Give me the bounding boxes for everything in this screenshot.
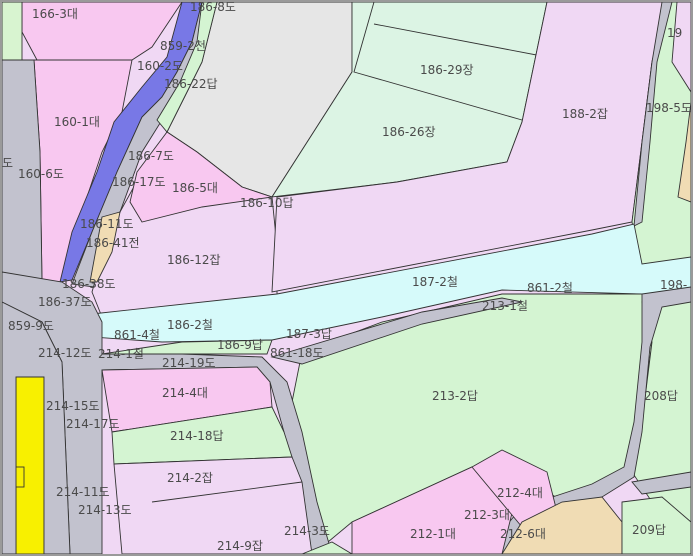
parcel-label: 214-17도 [66,417,120,431]
parcel-label: 861-18도 [270,346,324,360]
parcel-label: 166-3대 [32,7,78,21]
parcel-label: 859-9도 [8,319,54,333]
parcel-label: 212-6대 [500,527,546,541]
parcel-label: 214-19도 [162,356,216,370]
parcel-label: 861-4철 [114,328,160,342]
parcel-label: 186-7도 [128,149,174,163]
parcel-label: 214-1철 [98,347,144,361]
parcel-label: 186-12잡 [167,253,221,267]
parcel-label: 186-9답 [217,338,263,352]
parcel-label: 214-18답 [170,429,224,443]
parcel-label: 214-12도 [38,346,92,360]
parcel-label: 214-13도 [78,503,132,517]
parcel-label: 187-2철 [412,275,458,289]
parcel-label: 19 [667,26,682,40]
parcel-label: 186-11도 [80,217,134,231]
parcel-label: 186-29장 [420,63,474,77]
parcel-label: 186-17도 [112,175,166,189]
parcel-label: 861-2철 [527,281,573,295]
parcel-label: 859-2천 [160,38,206,53]
parcel-label: 209답 [632,523,666,537]
parcel-label: 198-5도 [646,101,691,115]
parcel-label: 도 [2,156,13,170]
parcel-label: 208답 [644,389,678,403]
parcel-label: 186-5대 [172,181,218,195]
parcel-label: 212-4대 [497,486,543,500]
parcel-label: 186-8도 [190,2,236,14]
parcel-label: 214-9잡 [217,539,263,553]
label-layer: 166-3대 186-8도 859-2천 160-2도 186-22답 160-… [2,2,691,553]
parcel-label: 213-1철 [482,299,528,313]
parcel-label: 213-2답 [432,389,478,403]
parcel-label: 186-26장 [382,125,436,139]
parcel-label: 214-11도 [56,485,110,499]
parcel-label: 214-15도 [46,399,100,413]
parcel-label: 212-3대 [464,508,510,522]
cadastral-map[interactable]: 166-3대 186-8도 859-2천 160-2도 186-22답 160-… [0,0,693,556]
parcel-label: 212-1대 [410,527,456,541]
parcel-label: 160-2도 [137,59,183,73]
parcel-label: 186-22답 [164,77,218,91]
parcel-label: 188-2잡 [562,107,608,121]
parcel-label: 186-38도 [62,277,116,291]
parcel-label: 214-3도 [284,524,330,538]
parcel-label: 160-1대 [54,115,100,129]
parcel-label: 198- [660,278,687,292]
parcel-label: 214-4대 [162,386,208,400]
parcel-label: 186-2철 [167,318,213,332]
parcel-label: 186-10답 [240,196,294,210]
parcel-label: 187-3답 [286,327,332,341]
parcel-label: 186-41전 [86,236,140,250]
parcel-label: 160-6도 [18,167,64,181]
parcel-label: 186-37도 [38,295,92,309]
parcel-label: 214-2잡 [167,471,213,485]
